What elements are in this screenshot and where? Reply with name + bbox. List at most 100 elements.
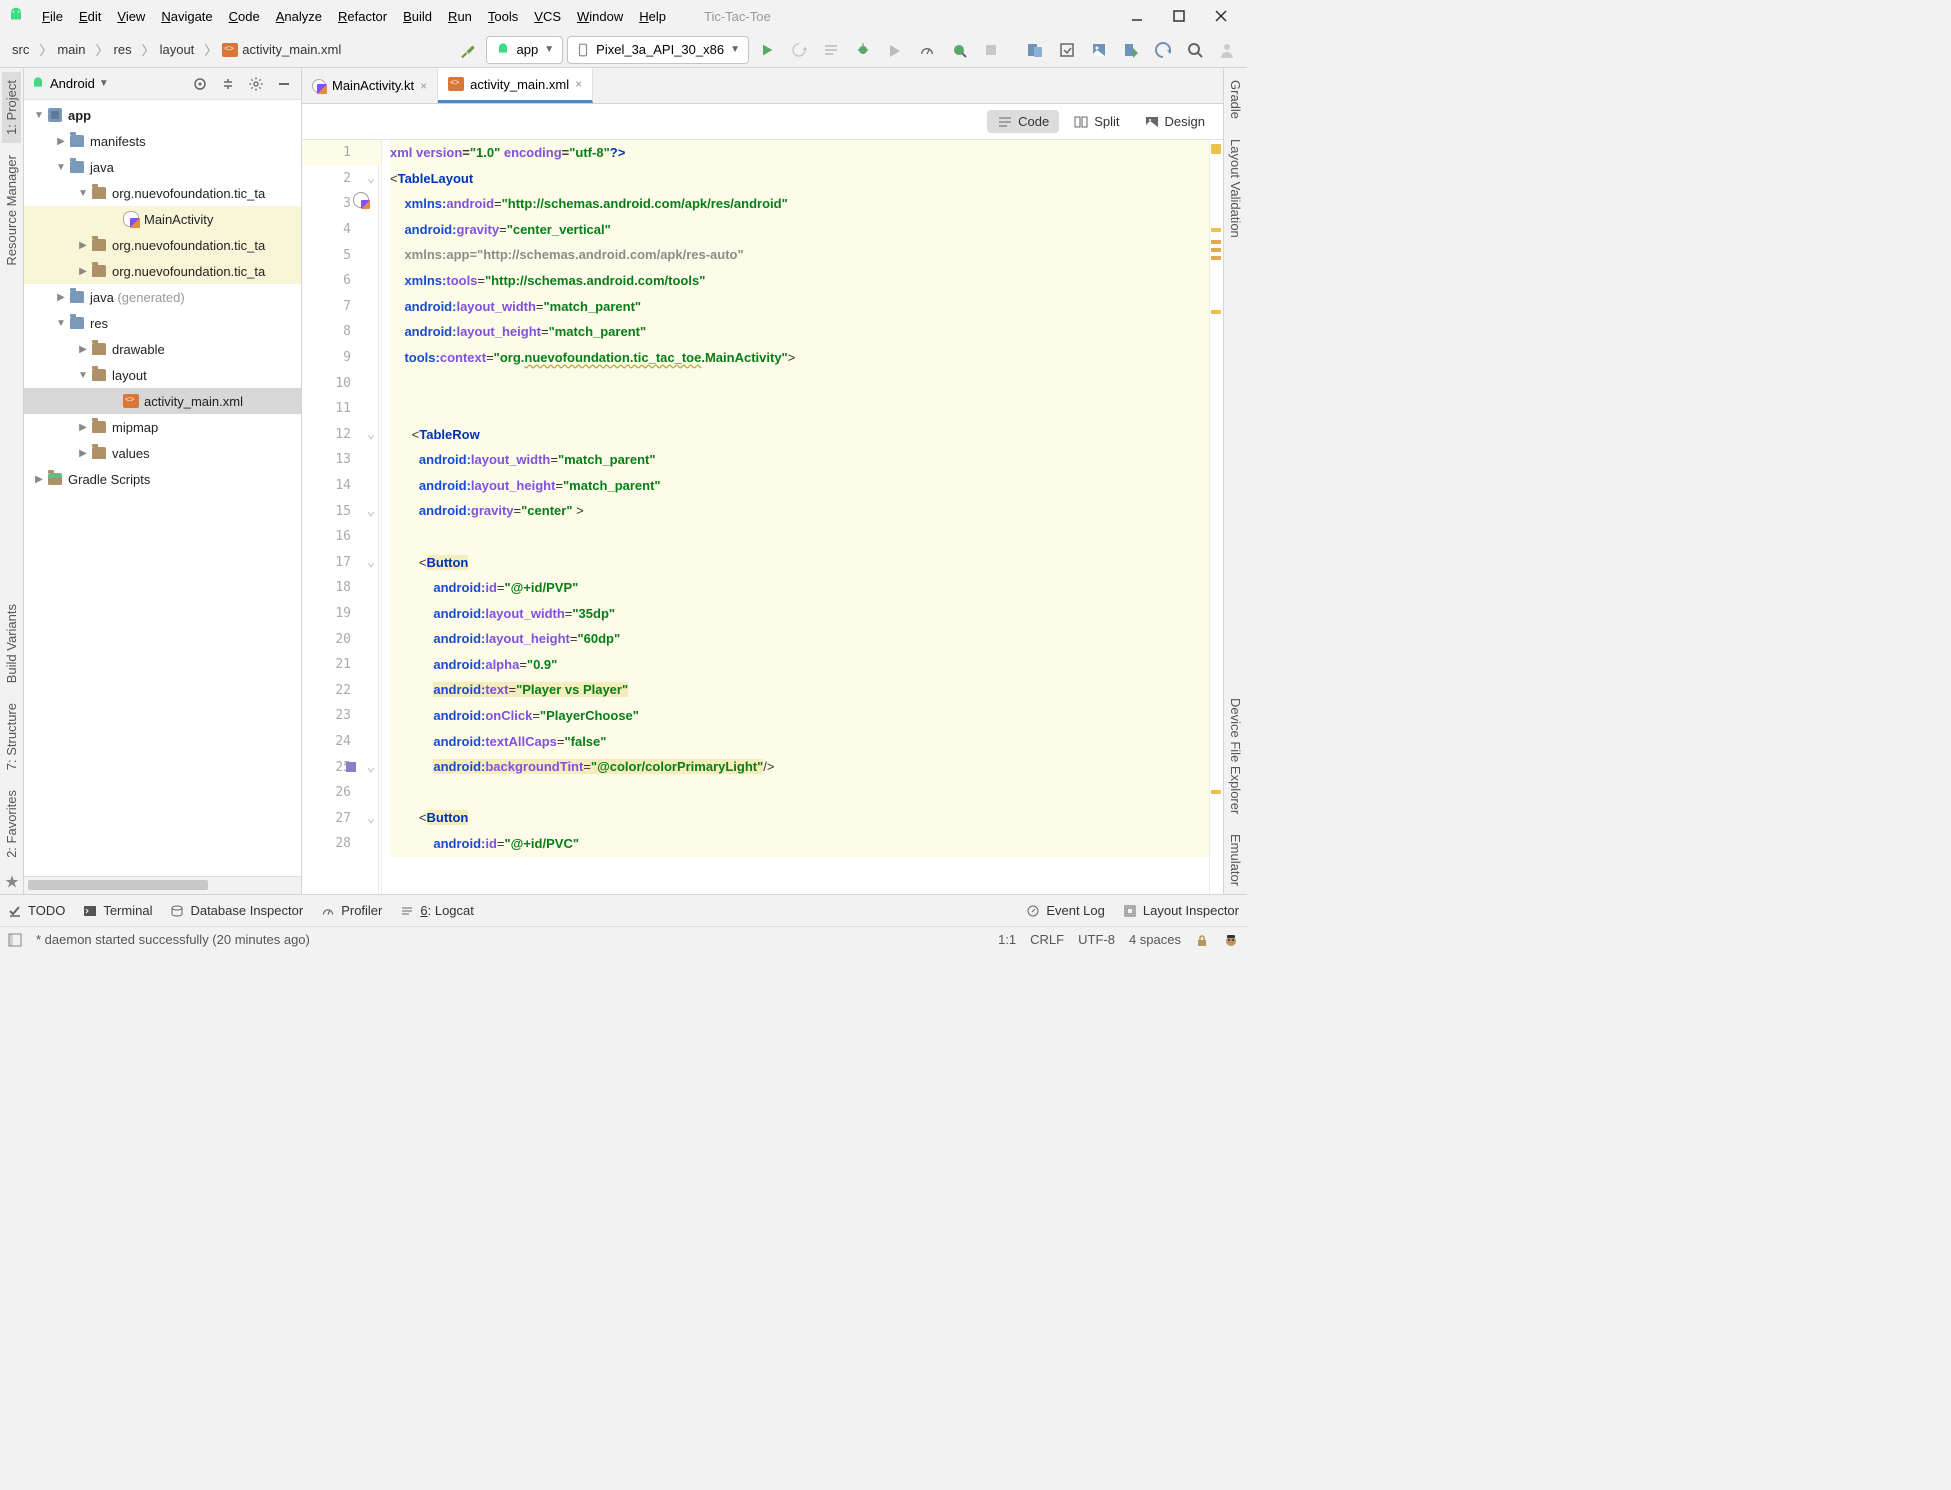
apply-code-icon[interactable]: [817, 36, 845, 64]
settings-gear-icon[interactable]: [245, 73, 267, 95]
menu-code[interactable]: Code: [221, 5, 268, 28]
menu-refactor[interactable]: Refactor: [330, 5, 395, 28]
tree-drawable[interactable]: drawable: [24, 336, 301, 362]
breadcrumb-item[interactable]: main: [51, 39, 91, 60]
tab-mainactivity[interactable]: MainActivity.kt×: [302, 68, 438, 103]
menu-tools[interactable]: Tools: [480, 5, 526, 28]
ide-mascot-icon[interactable]: [1223, 932, 1239, 948]
tool-windows-icon[interactable]: [8, 933, 22, 947]
user-avatar-icon[interactable]: [1213, 36, 1241, 64]
tree-mipmap[interactable]: mipmap: [24, 414, 301, 440]
status-encoding[interactable]: UTF-8: [1078, 932, 1115, 947]
close-icon[interactable]: ×: [575, 77, 582, 91]
tab-activity-main[interactable]: activity_main.xml×: [438, 68, 593, 103]
rail-favorites[interactable]: 2: Favorites: [2, 782, 21, 866]
tool-terminal[interactable]: Terminal: [83, 903, 152, 918]
menu-edit[interactable]: Edit: [71, 5, 109, 28]
attach-debugger-icon[interactable]: [945, 36, 973, 64]
gutter-line[interactable]: 6: [302, 268, 381, 294]
gutter-line[interactable]: 21: [302, 652, 381, 678]
tool-layout-inspector[interactable]: Layout Inspector: [1123, 903, 1239, 918]
gutter-line[interactable]: 15: [302, 498, 381, 524]
breadcrumb-item[interactable]: activity_main.xml: [216, 39, 347, 60]
tree-activity-main[interactable]: activity_main.xml: [24, 388, 301, 414]
menu-view[interactable]: View: [109, 5, 153, 28]
menu-build[interactable]: Build: [395, 5, 440, 28]
apply-changes-icon[interactable]: [785, 36, 813, 64]
tree-res[interactable]: res: [24, 310, 301, 336]
gutter-line[interactable]: 28: [302, 831, 381, 857]
gutter-line[interactable]: 24: [302, 729, 381, 755]
menu-help[interactable]: Help: [631, 5, 674, 28]
code-content[interactable]: xml version="1.0" encoding="utf-8"?> <Ta…: [382, 140, 1209, 894]
mode-design[interactable]: Design: [1134, 110, 1215, 133]
menu-window[interactable]: Window: [569, 5, 631, 28]
gutter-line[interactable]: 26: [302, 780, 381, 806]
menu-analyze[interactable]: Analyze: [268, 5, 330, 28]
breadcrumb-item[interactable]: layout: [154, 39, 201, 60]
readonly-lock-icon[interactable]: [1195, 933, 1209, 947]
resource-manager-icon[interactable]: [1085, 36, 1113, 64]
run-config-selector[interactable]: app ▼: [486, 36, 564, 64]
tree-java-gen[interactable]: java (generated): [24, 284, 301, 310]
code-editor[interactable]: 1234567891011121314151617181920212223242…: [302, 140, 1223, 894]
gutter-line[interactable]: 10: [302, 370, 381, 396]
breadcrumb-item[interactable]: src: [6, 39, 35, 60]
gutter-line[interactable]: 5: [302, 242, 381, 268]
gutter-line[interactable]: 16: [302, 524, 381, 550]
hide-panel-icon[interactable]: [273, 73, 295, 95]
gutter-line[interactable]: 4: [302, 217, 381, 243]
gutter-line[interactable]: 23: [302, 703, 381, 729]
status-indent[interactable]: 4 spaces: [1129, 932, 1181, 947]
tree-pkg2[interactable]: org.nuevofoundation.tic_ta: [24, 232, 301, 258]
gutter-line[interactable]: 19: [302, 601, 381, 627]
mode-code[interactable]: Code: [987, 110, 1059, 133]
layout-inspector-icon[interactable]: [1117, 36, 1145, 64]
tool-database-inspector[interactable]: Database Inspector: [170, 903, 303, 918]
inspection-status-icon[interactable]: [1211, 144, 1221, 154]
device-selector[interactable]: Pixel_3a_API_30_x86 ▼: [567, 36, 749, 64]
tree-gradle-scripts[interactable]: Gradle Scripts: [24, 466, 301, 492]
tree-values[interactable]: values: [24, 440, 301, 466]
tree-manifests[interactable]: manifests: [24, 128, 301, 154]
gutter-color-swatch[interactable]: [346, 762, 356, 772]
tree-layout[interactable]: layout: [24, 362, 301, 388]
tool-profiler[interactable]: Profiler: [321, 903, 382, 918]
gutter-line[interactable]: 8: [302, 319, 381, 345]
menu-vcs[interactable]: VCS: [526, 5, 569, 28]
gutter-line[interactable]: 13: [302, 447, 381, 473]
gutter-line[interactable]: 17: [302, 550, 381, 576]
rail-build-variants[interactable]: Build Variants: [2, 596, 21, 691]
gutter-line[interactable]: 1: [302, 140, 381, 166]
gutter-line[interactable]: 11: [302, 396, 381, 422]
maximize-button[interactable]: [1159, 2, 1199, 30]
tree-pkg1[interactable]: org.nuevofoundation.tic_ta: [24, 180, 301, 206]
rail-device-file-explorer[interactable]: Device File Explorer: [1226, 690, 1245, 822]
close-icon[interactable]: ×: [420, 79, 427, 93]
sdk-manager-icon[interactable]: [1053, 36, 1081, 64]
avd-manager-icon[interactable]: [1021, 36, 1049, 64]
gutter-line[interactable]: 20: [302, 626, 381, 652]
tool-todo[interactable]: TODO: [8, 903, 65, 918]
gutter-line[interactable]: 3: [302, 191, 381, 217]
status-caret[interactable]: 1:1: [998, 932, 1016, 947]
gutter-line[interactable]: 27: [302, 805, 381, 831]
project-hscroll[interactable]: [24, 876, 301, 894]
tool-event-log[interactable]: Event Log: [1026, 903, 1105, 918]
minimize-button[interactable]: [1117, 2, 1157, 30]
gutter-line[interactable]: 25: [302, 754, 381, 780]
build-hammer-icon[interactable]: [454, 36, 482, 64]
status-linesep[interactable]: CRLF: [1030, 932, 1064, 947]
tree-app[interactable]: app: [24, 102, 301, 128]
profiler-icon[interactable]: [913, 36, 941, 64]
close-button[interactable]: [1201, 2, 1241, 30]
mode-split[interactable]: Split: [1063, 110, 1129, 133]
rail-gradle[interactable]: Gradle: [1226, 72, 1245, 127]
rail-project[interactable]: 1: Project: [2, 72, 21, 143]
tree-java[interactable]: java: [24, 154, 301, 180]
project-view-selector[interactable]: Android ▼: [30, 76, 109, 92]
rail-structure[interactable]: 7: Structure: [2, 695, 21, 778]
gutter-line[interactable]: 7: [302, 294, 381, 320]
stop-button[interactable]: [977, 36, 1005, 64]
tree-pkg3[interactable]: org.nuevofoundation.tic_ta: [24, 258, 301, 284]
